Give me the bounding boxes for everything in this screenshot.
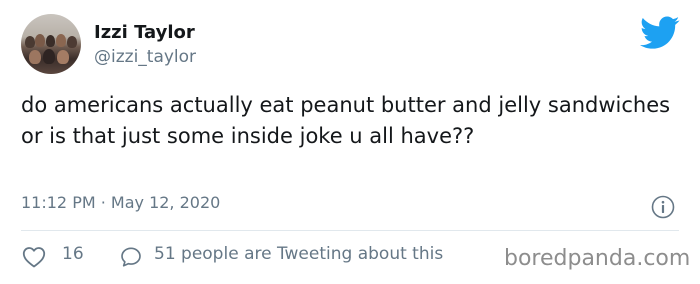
avatar[interactable] bbox=[21, 14, 81, 74]
tweet-timestamp[interactable]: 11:12 PM · May 12, 2020 bbox=[21, 193, 220, 212]
twitter-bird-icon[interactable] bbox=[640, 16, 680, 50]
tweeting-about-link[interactable]: 51 people are Tweeting about this bbox=[154, 244, 443, 264]
user-name[interactable]: Izzi Taylor bbox=[94, 22, 195, 43]
info-icon[interactable] bbox=[651, 195, 675, 219]
speech-bubble-icon[interactable] bbox=[120, 246, 142, 268]
divider bbox=[21, 230, 679, 231]
tweet-text: do americans actually eat peanut butter … bbox=[21, 93, 671, 148]
watermark: boredpanda.com bbox=[504, 246, 691, 271]
user-handle[interactable]: @izzi_taylor bbox=[94, 47, 196, 67]
heart-icon[interactable] bbox=[22, 246, 46, 268]
like-count[interactable]: 16 bbox=[62, 244, 84, 264]
